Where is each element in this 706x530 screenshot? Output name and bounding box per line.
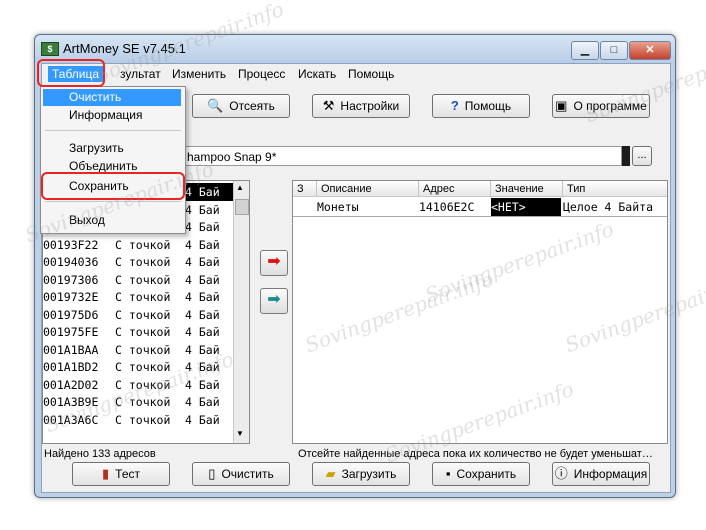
- type-cell: С точкой: [115, 412, 171, 427]
- clear-button[interactable]: ▯ Очистить: [192, 462, 290, 486]
- folder-icon: ▰: [325, 466, 336, 481]
- save-button[interactable]: ▪ Сохранить: [432, 462, 530, 486]
- scroll-down-icon[interactable]: ▼: [236, 429, 244, 438]
- menu-help[interactable]: Помощь: [348, 67, 394, 81]
- table-row[interactable]: 0019732E С точкой 4 Бай: [43, 288, 233, 306]
- move-back-button[interactable]: ➡: [260, 288, 288, 314]
- menu-item-info[interactable]: Информация: [69, 108, 142, 122]
- size-cell: 4 Бай: [185, 237, 220, 252]
- value-cell[interactable]: <НЕТ>: [491, 198, 561, 216]
- col-header-description[interactable]: Описание: [317, 181, 419, 197]
- size-cell: 4 Бай: [185, 272, 220, 287]
- table-row[interactable]: 00193F22 С точкой 4 Бай: [43, 236, 233, 254]
- col-header-type[interactable]: Тип: [563, 181, 667, 197]
- menu-item-load[interactable]: Загрузить: [69, 141, 124, 155]
- tools-icon: ⚒: [322, 98, 335, 113]
- save-label: Сохранить: [456, 467, 517, 481]
- type-cell: С точкой: [115, 272, 171, 287]
- menu-edit[interactable]: Изменить: [172, 67, 226, 81]
- magnifier-icon: 🔍: [207, 98, 224, 113]
- size-cell: 4 Бай: [185, 255, 220, 269]
- app-icon: $: [41, 42, 59, 56]
- info-window-icon: ▣: [555, 98, 568, 113]
- blank-page-icon: ▯: [208, 466, 216, 481]
- address-cell: 001975D6: [43, 307, 99, 322]
- type-cell: С точкой: [115, 325, 171, 339]
- help-button[interactable]: ? Помощь: [432, 94, 530, 118]
- move-right-button[interactable]: ➡: [260, 250, 288, 276]
- info-label: Информация: [573, 467, 648, 481]
- load-label: Загрузить: [341, 467, 397, 481]
- settings-button[interactable]: ⚒ Настройки: [312, 94, 410, 118]
- type-cell: С точкой: [115, 307, 171, 322]
- size-cell: 4 Бай: [185, 290, 220, 304]
- address-cell: 001A1BD2: [43, 360, 99, 374]
- table-row[interactable]: Монеты 14106E2C <НЕТ> Целое 4 Байта: [293, 198, 667, 217]
- type-cell: С точкой: [115, 255, 171, 269]
- size-cell: 4 Бай: [185, 395, 220, 409]
- table-row[interactable]: 001975FE С точкой 4 Бай: [43, 323, 233, 341]
- address-cell: 0019732E: [43, 290, 99, 304]
- address-cell: 001975FE: [43, 325, 99, 339]
- test-button[interactable]: ▮ Тест: [72, 462, 170, 486]
- red-arrow-icon: ➡: [267, 253, 281, 270]
- help-label: Помощь: [464, 99, 512, 113]
- type-cell: С точкой: [115, 290, 171, 304]
- menu-item-clear[interactable]: Очистить: [69, 90, 121, 104]
- info-icon: ⓘ: [554, 466, 568, 481]
- type-cell: С точкой: [115, 237, 171, 252]
- menu-item-merge[interactable]: Объединить: [69, 159, 138, 172]
- size-cell: 4 Бай: [185, 220, 220, 234]
- found-count-status: Найдено 133 адресов: [44, 448, 156, 460]
- col-header-value[interactable]: Значение: [491, 181, 563, 197]
- load-button[interactable]: ▰ Загрузить: [312, 462, 410, 486]
- col-header-freeze[interactable]: З: [293, 181, 317, 197]
- menu-process[interactable]: Процесс: [238, 67, 285, 81]
- menu-separator: [45, 130, 181, 131]
- hint-status: Отсейте найденные адреса пока их количес…: [298, 448, 653, 460]
- browse-button[interactable]: ...: [632, 146, 652, 166]
- filter-label: Отсеять: [229, 99, 275, 113]
- scroll-up-icon[interactable]: ▲: [236, 183, 244, 192]
- address-cell: 00197306: [43, 272, 99, 287]
- col-header-address[interactable]: Адрес: [419, 181, 491, 197]
- teal-arrow-icon: ➡: [267, 291, 281, 308]
- chart-icon: ▮: [102, 466, 110, 481]
- clear-label: Очистить: [221, 467, 274, 481]
- size-cell: 4 Бай: [185, 412, 220, 427]
- close-button[interactable]: ✕: [629, 41, 671, 60]
- size-cell: 4 Бай: [185, 325, 220, 339]
- floppy-disk-icon: ▪: [445, 466, 451, 481]
- left-scrollbar[interactable]: ▲ ▼: [233, 181, 249, 443]
- address-cell: 00194036: [43, 255, 99, 269]
- description-cell[interactable]: Монеты: [317, 198, 419, 216]
- menu-search[interactable]: Искать: [298, 67, 336, 81]
- maximize-button[interactable]: □: [600, 41, 628, 60]
- saved-addresses-table[interactable]: З Описание Адрес Значение Тип Монеты 1410…: [292, 180, 668, 444]
- table-row[interactable]: 00197306 С точкой 4 Бай: [43, 271, 233, 289]
- size-cell: 4 Бай: [185, 202, 220, 217]
- question-icon: ?: [450, 98, 459, 113]
- info-button[interactable]: ⓘ Информация: [552, 462, 650, 486]
- type-cell: С точкой: [115, 342, 171, 357]
- process-dropdown-arrow[interactable]: [622, 146, 630, 166]
- left-scroll-thumb[interactable]: [235, 199, 249, 215]
- filter-button[interactable]: 🔍 Отсеять: [192, 94, 290, 118]
- process-select[interactable]: hampoo Snap 9*: [182, 146, 622, 166]
- address-cell[interactable]: 14106E2C: [419, 198, 491, 216]
- minimize-button[interactable]: ▁: [571, 41, 599, 60]
- size-cell: 4 Бай: [185, 307, 220, 322]
- table-row[interactable]: 001975D6 С точкой 4 Бай: [43, 306, 233, 324]
- table-row[interactable]: 00194036 С точкой 4 Бай: [43, 253, 233, 271]
- type-cell[interactable]: Целое 4 Байта: [561, 198, 667, 216]
- address-cell: 001A1BAA: [43, 342, 99, 357]
- settings-label: Настройки: [340, 99, 400, 113]
- test-label: Тест: [115, 467, 140, 481]
